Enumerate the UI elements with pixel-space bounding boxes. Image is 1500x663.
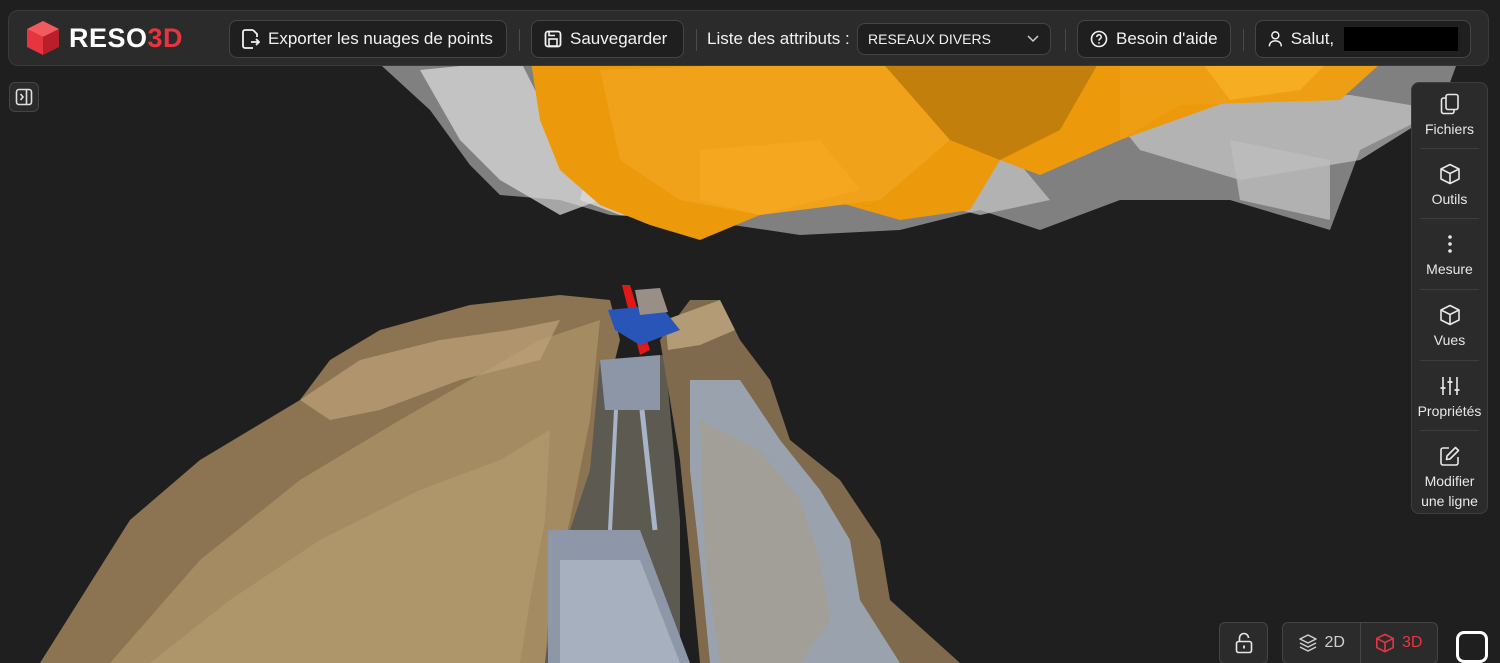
mode-3d-label: 3D [1402, 634, 1423, 651]
tool-label: Mesure [1426, 261, 1473, 277]
tool-tools[interactable]: Outils [1412, 161, 1487, 209]
tool-divider [1420, 289, 1479, 290]
mode-3d-button[interactable]: 3D [1359, 623, 1438, 663]
tool-label: Outils [1431, 191, 1468, 207]
layers-icon [1298, 634, 1317, 652]
logo-cube-icon [27, 21, 59, 55]
file-export-icon [242, 29, 260, 49]
toolbar-divider [1065, 29, 1066, 51]
mode-2d-label: 2D [1324, 634, 1345, 651]
tool-properties[interactable]: Propriétés [1412, 373, 1487, 421]
cube-icon [1376, 633, 1395, 653]
help-icon [1090, 30, 1108, 48]
tool-views[interactable]: Vues [1412, 302, 1487, 350]
save-icon [544, 30, 562, 48]
cube-icon [1439, 163, 1460, 185]
attribute-select[interactable]: RESEAUX DIVERS [857, 23, 1051, 55]
tool-label: Modifier une ligne [1421, 473, 1478, 509]
files-icon [1440, 93, 1459, 115]
redacted-username [1344, 27, 1458, 51]
user-icon [1268, 31, 1283, 47]
unlock-icon [1235, 632, 1252, 654]
attribute-list-label: Liste des attributs : [707, 29, 850, 48]
dots-vertical-icon [1447, 235, 1452, 253]
tool-label: Propriétés [1417, 403, 1482, 419]
sidebar-toggle-icon [15, 88, 33, 106]
user-menu-button[interactable]: Salut, [1255, 20, 1471, 58]
toolbar-divider [1243, 29, 1244, 51]
app-logo[interactable]: RESO3D [25, 19, 183, 57]
view-mode-toggle: 2D 3D [1282, 622, 1438, 663]
toolbar-divider [519, 29, 520, 51]
help-button[interactable]: Besoin d'aide [1077, 20, 1231, 58]
tool-divider [1420, 360, 1479, 361]
logo-text: RESO3D [69, 22, 184, 53]
save-button-label: Sauvegarder [570, 29, 668, 48]
cube-icon [1439, 304, 1460, 326]
right-tool-panel: Fichiers Outils Mesure Vues Propriétés M… [1411, 82, 1488, 514]
toolbar-divider [696, 29, 697, 51]
selection-square-button[interactable] [1456, 631, 1488, 663]
save-button[interactable]: Sauvegarder [531, 20, 684, 58]
panel-toggle-button[interactable] [9, 82, 39, 112]
user-greeting: Salut, [1290, 29, 1335, 48]
point-cloud-viewport[interactable]: RESO3D Exporter les nuages de points Sau… [0, 0, 1500, 663]
tool-divider [1420, 430, 1479, 431]
tool-divider [1420, 218, 1479, 219]
edit-icon [1439, 446, 1459, 466]
export-button-label: Exporter les nuages de points [268, 29, 493, 48]
point-cloud-scene [40, 55, 1460, 663]
tool-edit-line[interactable]: Modifier une ligne [1412, 443, 1487, 511]
chevron-down-icon [1027, 35, 1039, 43]
top-toolbar: RESO3D Exporter les nuages de points Sau… [8, 10, 1489, 66]
export-point-cloud-button[interactable]: Exporter les nuages de points [229, 20, 507, 58]
attribute-select-value: RESEAUX DIVERS [868, 31, 991, 47]
mode-2d-button[interactable]: 2D [1283, 623, 1360, 663]
tool-label: Fichiers [1424, 121, 1474, 137]
tool-divider [1420, 148, 1479, 149]
lock-button[interactable] [1219, 622, 1268, 663]
tool-files[interactable]: Fichiers [1412, 91, 1487, 139]
tool-measure[interactable]: Mesure [1412, 231, 1487, 279]
sliders-icon [1440, 377, 1459, 395]
help-button-label: Besoin d'aide [1116, 29, 1218, 48]
tool-label: Vues [1433, 332, 1466, 348]
